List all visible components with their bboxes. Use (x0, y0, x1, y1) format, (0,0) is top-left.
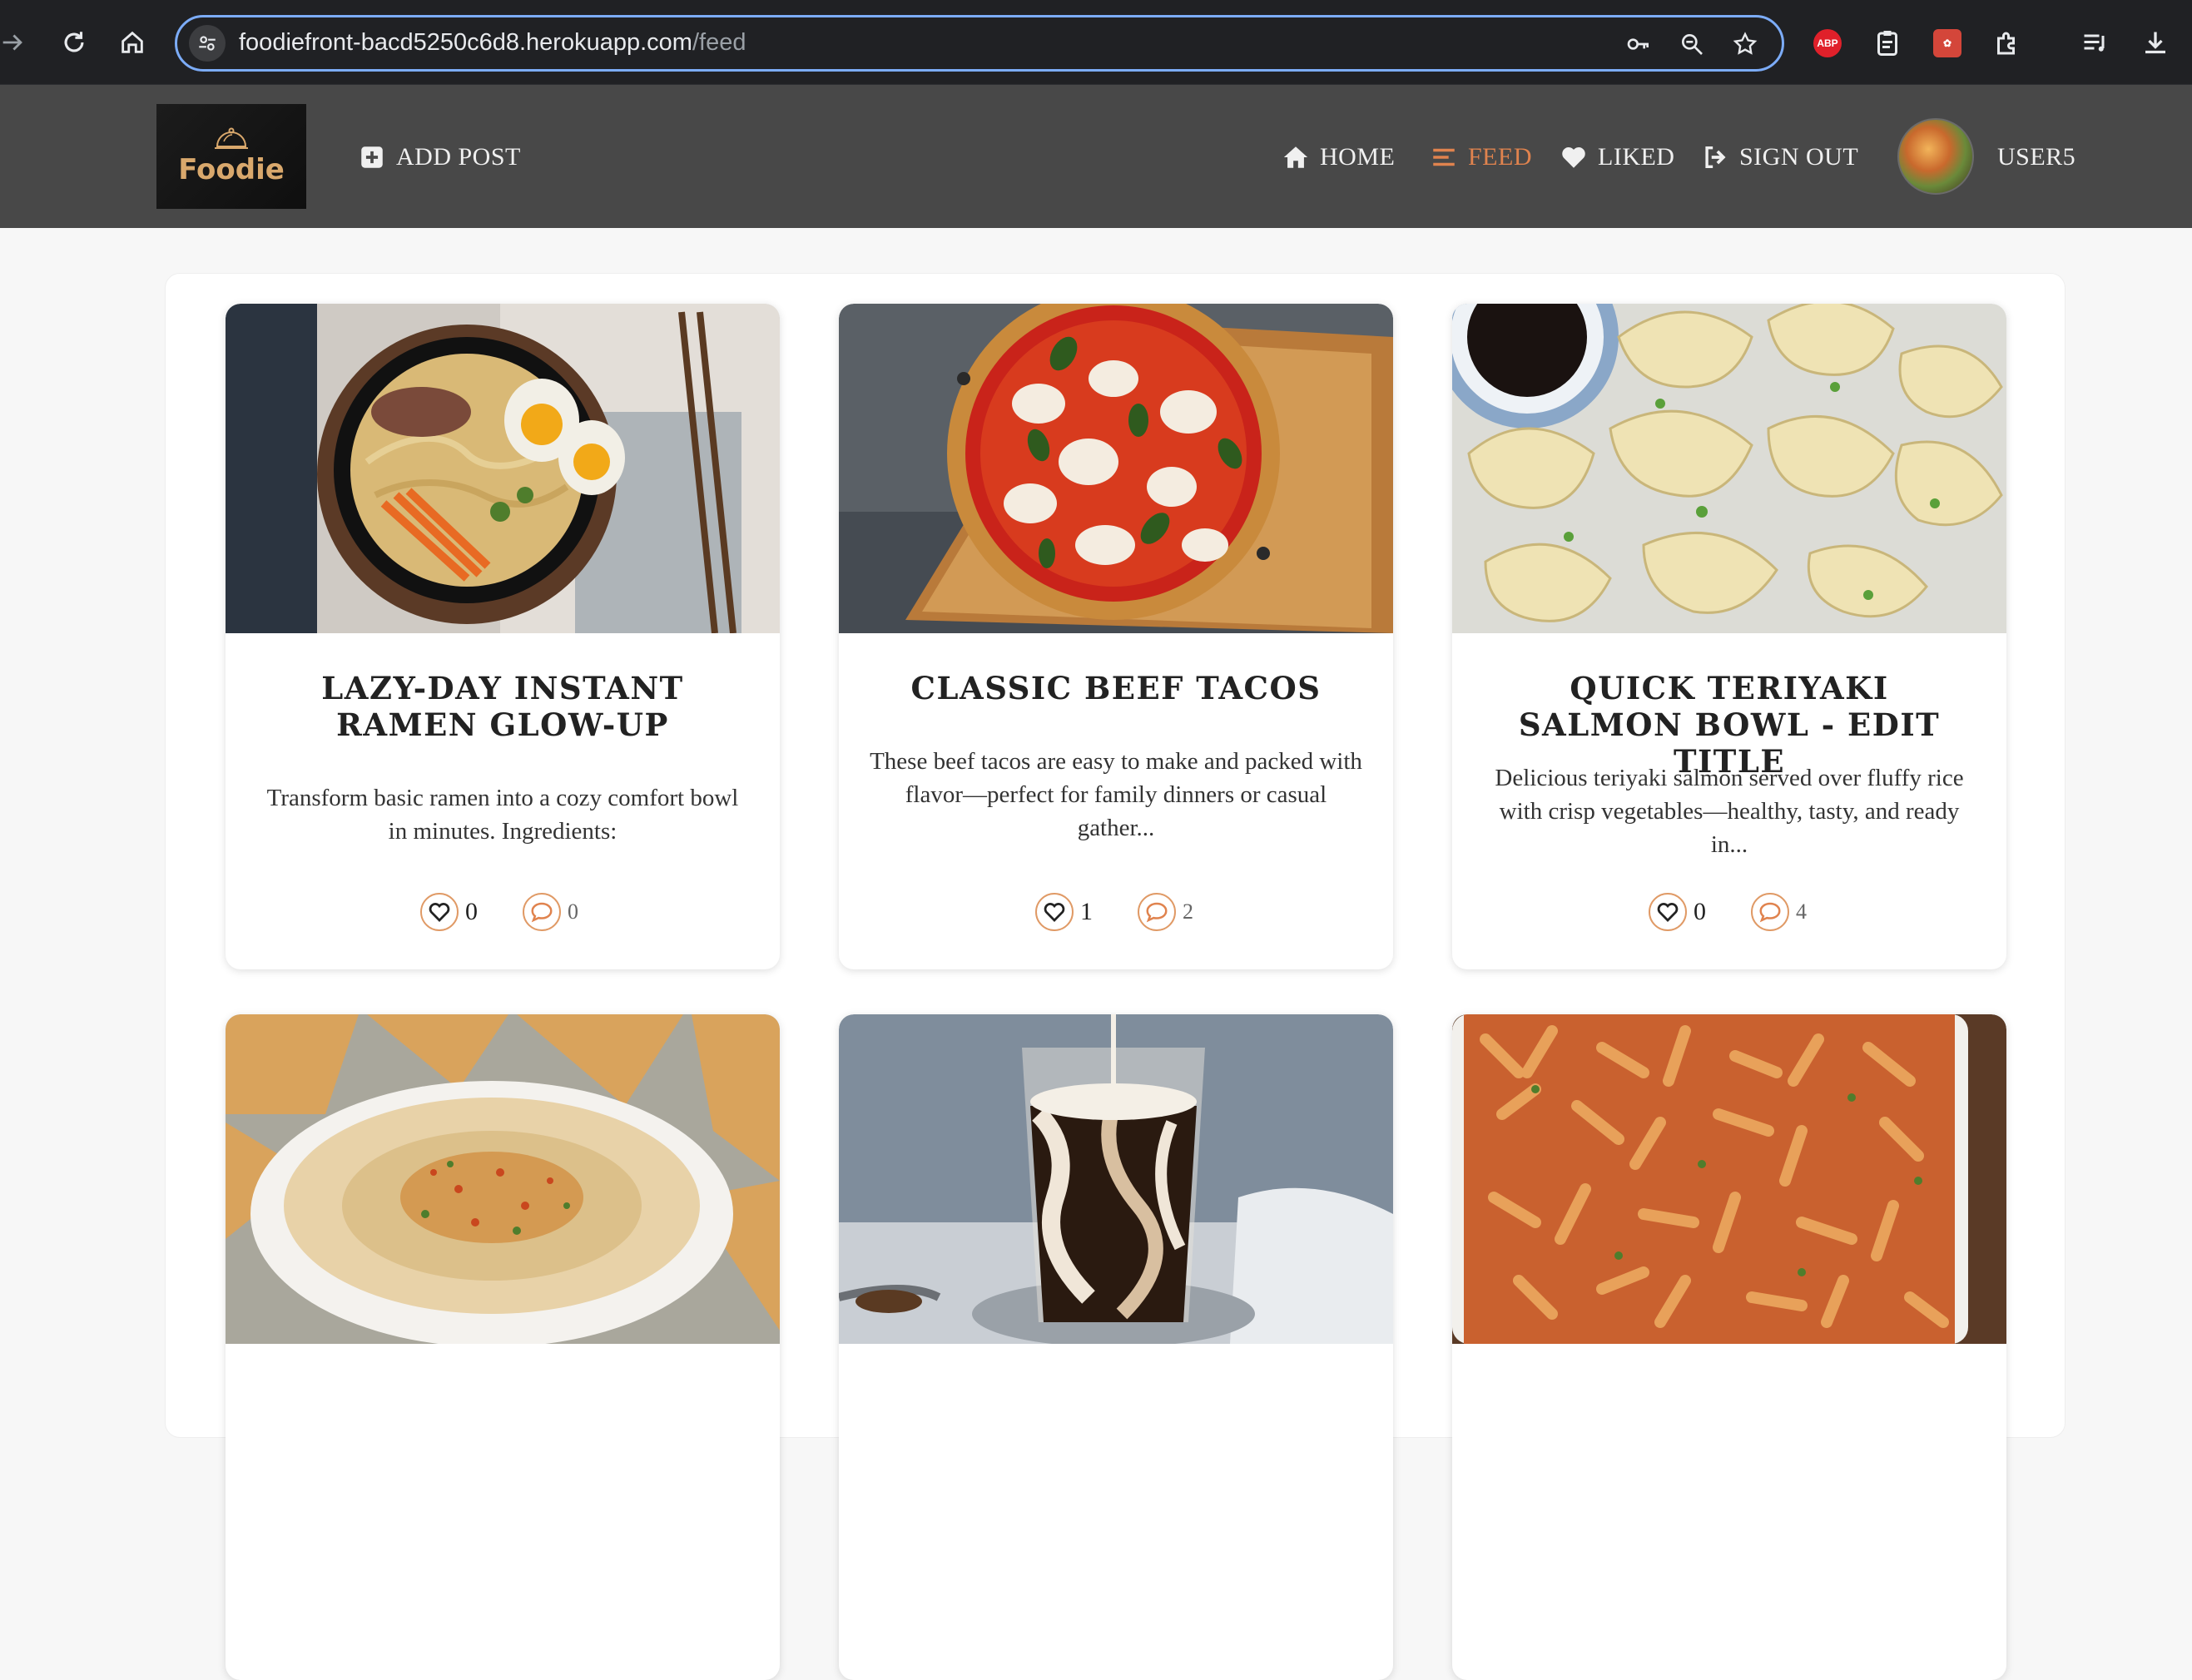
list-icon (1433, 148, 1455, 166)
clipboard-extension[interactable] (1869, 25, 1906, 62)
post-image-hummus[interactable] (226, 1014, 780, 1344)
arrow-right-icon (2, 34, 22, 51)
avatar[interactable] (1897, 118, 1974, 195)
home-outline-icon (122, 31, 143, 53)
like-count: 0 (1694, 898, 1706, 925)
post-description: These beef tacos are easy to make and pa… (870, 748, 1362, 841)
comment-button[interactable] (1751, 893, 1789, 931)
site-info-button[interactable] (189, 25, 226, 62)
home-browser-button[interactable] (112, 22, 153, 63)
adblock-extension[interactable]: ABP (1809, 25, 1846, 62)
url-path: /feed (692, 29, 746, 56)
post-card[interactable] (839, 1014, 1393, 1680)
post-actions: 0 0 (420, 891, 578, 933)
sign-out-icon (1705, 146, 1726, 169)
heart-filled-icon (1562, 147, 1585, 168)
heart-icon (1657, 903, 1679, 922)
red-extension[interactable]: ✿ (1929, 25, 1966, 62)
nav-feed-label: FEED (1468, 143, 1532, 171)
post-image-iced-coffee[interactable] (839, 1014, 1393, 1344)
logo-text: Foodie (178, 153, 285, 186)
url-host: foodiefront-bacd5250c6d8.herokuapp.com (239, 29, 692, 56)
post-image-dumplings[interactable] (1452, 304, 2006, 633)
plus-square-icon (361, 146, 383, 168)
comment-icon (1146, 902, 1168, 923)
post-image-pizza[interactable] (839, 304, 1393, 633)
comment-count: 4 (1796, 899, 1807, 924)
downloads-button[interactable] (2137, 25, 2174, 62)
add-post-label: ADD POST (396, 143, 521, 171)
star-icon (1733, 32, 1758, 55)
like-button[interactable] (1035, 893, 1074, 931)
browser-toolbar: foodiefront-bacd5250c6d8.herokuapp.com/f… (0, 0, 2192, 85)
tune-icon (199, 36, 216, 51)
post-card[interactable] (1452, 1014, 2006, 1680)
clipboard-icon (1877, 31, 1897, 56)
post-actions: 1 2 (1035, 891, 1193, 933)
post-title[interactable]: LAZY-DAY INSTANT RAMEN GLOW-UP (259, 670, 746, 743)
bookmark-button[interactable] (1728, 27, 1762, 61)
key-icon (1627, 38, 1649, 50)
post-title[interactable]: CLASSIC BEEF TACOS (872, 670, 1360, 706)
url-text[interactable]: foodiefront-bacd5250c6d8.herokuapp.com/f… (239, 29, 746, 57)
nav-liked-label: LIKED (1598, 143, 1675, 171)
reload-button[interactable] (53, 22, 95, 63)
app-header: Foodie ADD POST HOME FEED LIKED SIGN OUT… (0, 85, 2192, 228)
abp-icon: ABP (1813, 29, 1842, 57)
forward-button[interactable] (0, 22, 33, 63)
nav-feed[interactable]: FEED (1430, 136, 1532, 178)
address-bar[interactable]: foodiefront-bacd5250c6d8.herokuapp.com/f… (175, 15, 1784, 72)
heart-icon (429, 903, 450, 922)
cloche-icon (215, 127, 248, 149)
feed-container: LAZY-DAY INSTANT RAMEN GLOW-UP Transform… (165, 273, 2066, 1680)
nav-liked[interactable]: LIKED (1560, 136, 1674, 178)
add-post-link[interactable]: ADD POST (358, 136, 521, 178)
nav-sign-out[interactable]: SIGN OUT (1701, 136, 1858, 178)
post-image-ramen[interactable] (226, 304, 780, 633)
comment-icon (531, 902, 553, 923)
like-count: 0 (465, 898, 478, 925)
comment-count: 2 (1183, 899, 1193, 924)
nav-home[interactable]: HOME (1282, 136, 1395, 178)
reload-icon (64, 32, 84, 52)
post-card[interactable]: CLASSIC BEEF TACOS These beef tacos are … (839, 304, 1393, 969)
comment-button[interactable] (1138, 893, 1176, 931)
username[interactable]: USER5 (1997, 136, 2075, 178)
post-description: Delicious teriyaki salmon served over fl… (1495, 765, 1964, 858)
extensions-button[interactable] (1989, 25, 2026, 62)
heart-icon (1044, 903, 1065, 922)
post-actions: 0 4 (1649, 891, 1807, 933)
like-button[interactable] (1649, 893, 1687, 931)
home-icon (1283, 146, 1308, 168)
like-count: 1 (1080, 898, 1093, 925)
like-button[interactable] (420, 893, 459, 931)
red-extension-icon: ✿ (1933, 29, 1961, 57)
nav-sign-out-label: SIGN OUT (1739, 143, 1859, 171)
post-card[interactable]: QUICK TERIYAKI SALMON BOWL - EDIT TITLE … (1452, 304, 2006, 969)
foodie-logo[interactable]: Foodie (156, 104, 306, 209)
post-card[interactable]: LAZY-DAY INSTANT RAMEN GLOW-UP Transform… (226, 304, 780, 969)
puzzle-icon (1997, 32, 2015, 55)
comment-count: 0 (568, 899, 578, 924)
zoom-button[interactable] (1675, 27, 1708, 61)
playlist-icon (2084, 34, 2105, 52)
post-description: Transform basic ramen into a cozy comfor… (266, 785, 739, 845)
nav-home-label: HOME (1320, 143, 1396, 171)
zoom-icon (1682, 33, 1703, 55)
comment-icon (1759, 902, 1781, 923)
comment-button[interactable] (523, 893, 561, 931)
post-card[interactable] (226, 1014, 780, 1680)
password-key-button[interactable] (1622, 27, 1655, 61)
post-image-baked-pasta[interactable] (1452, 1014, 2006, 1344)
media-controls-button[interactable] (2077, 25, 2114, 62)
download-icon (2145, 32, 2165, 54)
